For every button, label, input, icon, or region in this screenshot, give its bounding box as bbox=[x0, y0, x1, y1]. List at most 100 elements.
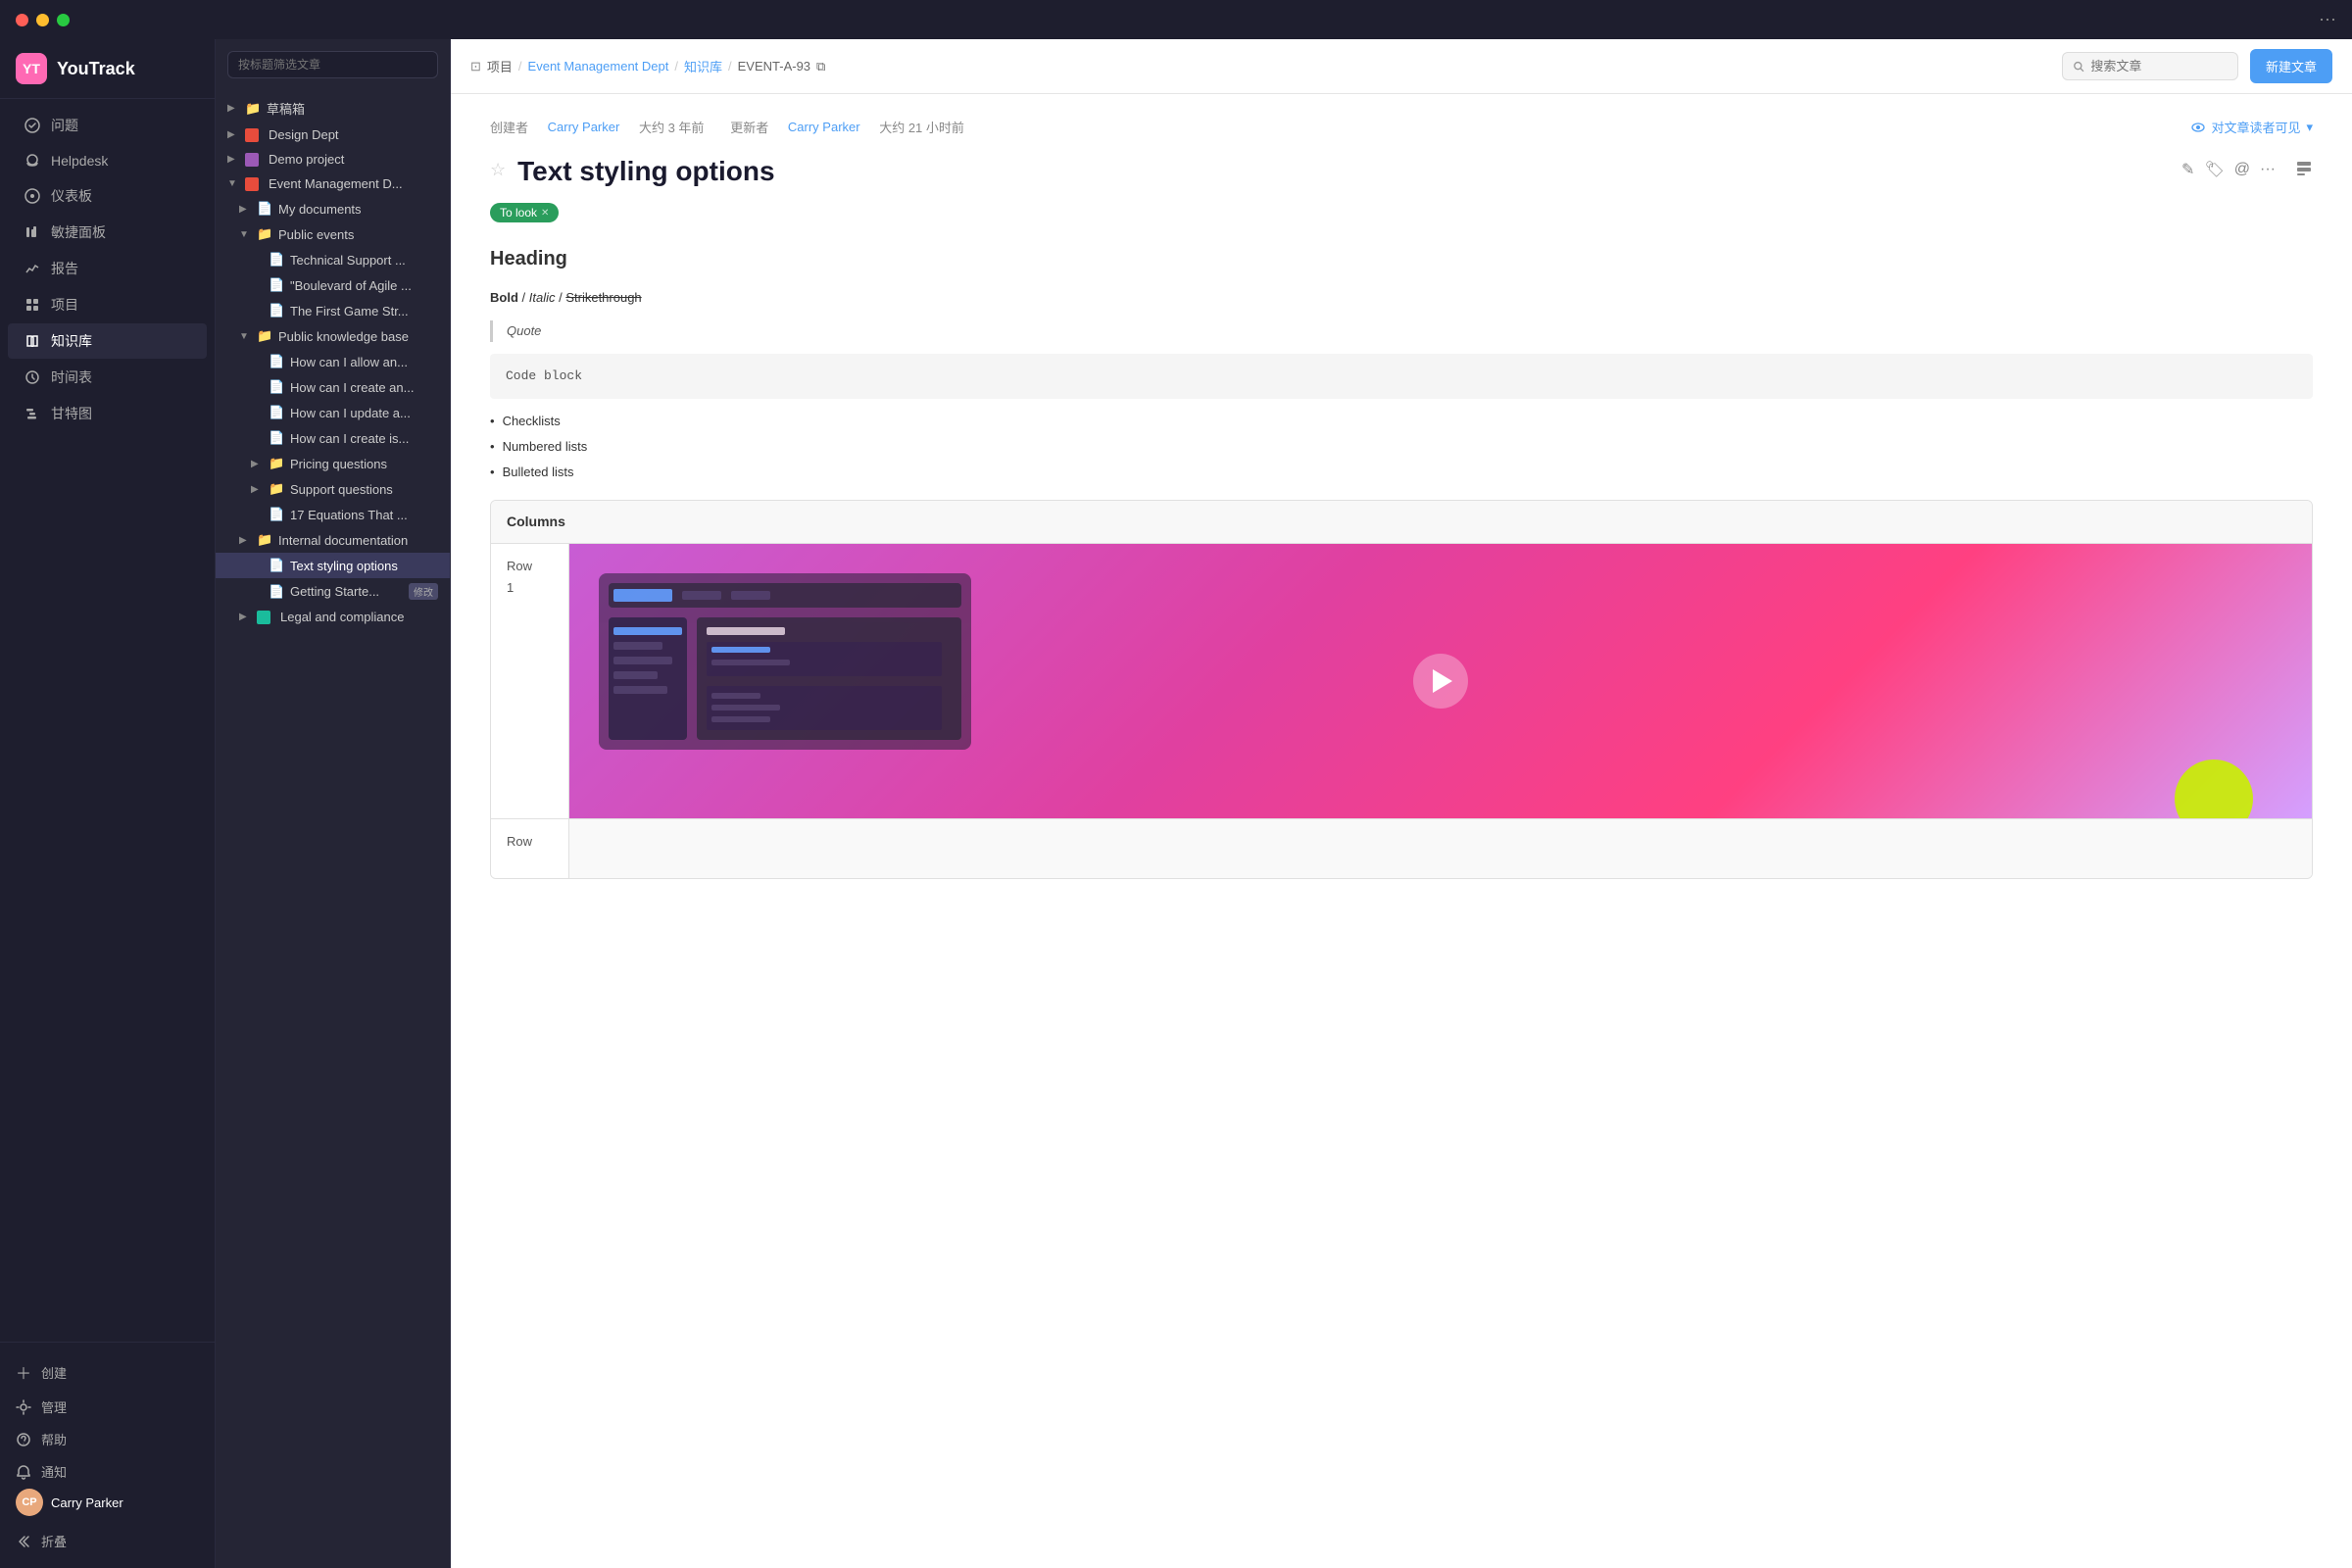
file-search-input[interactable] bbox=[227, 51, 438, 78]
layout-toggle[interactable] bbox=[2295, 160, 2313, 180]
article-visibility[interactable]: 对文章读者可见 ▾ bbox=[2191, 118, 2313, 136]
link-icon[interactable]: @ bbox=[2234, 161, 2250, 178]
tree-item-legal[interactable]: ▶ Legal and compliance bbox=[216, 605, 450, 629]
sidebar-item-timeline[interactable]: 时间表 bbox=[8, 360, 207, 395]
chevron-right-icon: ▶ bbox=[239, 535, 251, 546]
tree-item-how-create[interactable]: ▶ 📄 How can I create an... bbox=[216, 374, 450, 400]
bullet-icon: • bbox=[490, 462, 495, 483]
tree-item-design-dept[interactable]: ▶ Design Dept bbox=[216, 122, 450, 147]
tree-item-public-kb[interactable]: ▼ 📁 Public knowledge base bbox=[216, 323, 450, 349]
doc-icon: 📄 bbox=[269, 354, 284, 369]
article-body: Heading Bold / Italic / Strikethrough Qu… bbox=[490, 242, 2313, 879]
doc-icon: 📄 bbox=[269, 584, 284, 600]
maximize-window-button[interactable] bbox=[57, 14, 70, 26]
list-item-bulleted: • Bulleted lists bbox=[490, 462, 2313, 483]
nav-bottom: ＋ 创建 管理 帮助 通知 CP Carry Parker bbox=[0, 1342, 215, 1568]
sidebar-item-helpdesk[interactable]: Helpdesk bbox=[8, 144, 207, 177]
code-block: Code block bbox=[490, 354, 2313, 399]
nav-manage-button[interactable]: 管理 bbox=[16, 1392, 199, 1422]
sidebar-item-dashboard[interactable]: 仪表板 bbox=[8, 178, 207, 214]
chart-icon bbox=[24, 260, 41, 277]
tree-item-17-equations[interactable]: ▶ 📄 17 Equations That ... bbox=[216, 502, 450, 527]
close-window-button[interactable] bbox=[16, 14, 28, 26]
row-2: Row bbox=[491, 818, 2312, 878]
chevron-down-icon: ▼ bbox=[239, 331, 251, 342]
bullet-icon: • bbox=[490, 411, 495, 432]
chevron-right-icon: ▶ bbox=[251, 484, 263, 495]
nav-notify-button[interactable]: 通知 bbox=[16, 1456, 199, 1487]
tree-item-boulevard[interactable]: ▶ 📄 "Boulevard of Agile ... bbox=[216, 272, 450, 298]
book-icon bbox=[24, 332, 41, 350]
article-updater-link[interactable]: Carry Parker bbox=[788, 120, 860, 134]
doc-icon: 📄 bbox=[257, 201, 272, 217]
sidebar-item-issues[interactable]: 问题 bbox=[8, 108, 207, 143]
file-tree-sidebar: ▶ 📁 草稿箱 ▶ Design Dept ▶ Demo project ▼ E… bbox=[216, 39, 451, 1568]
col-content bbox=[569, 544, 2312, 818]
chevron-right-icon: ▶ bbox=[227, 103, 239, 114]
play-triangle-icon bbox=[1433, 669, 1452, 693]
article-title-row: ☆ Text styling options ✎ 🏷 @ ··· bbox=[490, 156, 2313, 187]
chevron-down-icon: ▼ bbox=[239, 229, 251, 240]
doc-icon: 📄 bbox=[269, 303, 284, 318]
logo-icon: YT bbox=[16, 53, 47, 84]
more-icon[interactable]: ··· bbox=[2260, 161, 2276, 178]
nav-help-button[interactable]: 帮助 bbox=[16, 1424, 199, 1454]
doc-icon: 📄 bbox=[269, 507, 284, 522]
file-search-container bbox=[216, 39, 450, 90]
article-search-input[interactable] bbox=[2090, 59, 2228, 74]
breadcrumb-separator: / bbox=[674, 59, 678, 74]
video-embed[interactable] bbox=[569, 544, 2312, 818]
chevron-down-icon: ▼ bbox=[227, 178, 239, 189]
headset-icon bbox=[24, 152, 41, 170]
folder-colored-icon bbox=[245, 128, 259, 142]
sidebar-item-knowledge[interactable]: 知识库 bbox=[8, 323, 207, 359]
play-button[interactable] bbox=[1413, 654, 1468, 709]
tree-item-first-game[interactable]: ▶ 📄 The First Game Str... bbox=[216, 298, 450, 323]
sidebar-item-projects[interactable]: 项目 bbox=[8, 287, 207, 322]
separator: / bbox=[522, 290, 529, 305]
tree-item-public-events[interactable]: ▼ 📁 Public events bbox=[216, 221, 450, 247]
eye-icon bbox=[2191, 121, 2205, 134]
logo-text: YouTrack bbox=[57, 59, 135, 79]
folder-icon: 📁 bbox=[257, 226, 272, 242]
chevron-right-icon: ▶ bbox=[227, 129, 239, 140]
tag-close-button[interactable]: ✕ bbox=[541, 208, 549, 219]
nav-create-button[interactable]: ＋ 创建 bbox=[16, 1354, 199, 1390]
tag-icon[interactable]: 🏷 bbox=[2204, 160, 2224, 179]
minimize-window-button[interactable] bbox=[36, 14, 49, 26]
user-profile[interactable]: CP Carry Parker bbox=[16, 1489, 199, 1516]
article-creator-link[interactable]: Carry Parker bbox=[548, 120, 620, 134]
main-content: ⊡ 项目 / Event Management Dept / 知识库 / EVE… bbox=[451, 39, 2352, 1568]
copy-icon[interactable]: ⧉ bbox=[816, 59, 825, 74]
article-title: Text styling options bbox=[517, 156, 2170, 187]
tree-item-support-q[interactable]: ▶ 📁 Support questions bbox=[216, 476, 450, 502]
edit-icon[interactable]: ✎ bbox=[2181, 160, 2194, 179]
doc-icon: 📄 bbox=[269, 379, 284, 395]
tree-item-tech-support[interactable]: ▶ 📄 Technical Support ... bbox=[216, 247, 450, 272]
header-right: 新建文章 bbox=[2062, 49, 2332, 83]
star-icon[interactable]: ☆ bbox=[490, 160, 506, 180]
tree-item-text-styling[interactable]: ▶ 📄 Text styling options bbox=[216, 553, 450, 578]
titlebar-menu-icon[interactable]: ⋯ bbox=[2319, 10, 2336, 30]
tree-item-event-mgmt[interactable]: ▼ Event Management D... bbox=[216, 172, 450, 196]
quote-block: Quote bbox=[490, 320, 2313, 342]
tree-item-pricing-q[interactable]: ▶ 📁 Pricing questions bbox=[216, 451, 450, 476]
tree-item-getting-started[interactable]: ▶ 📄 Getting Starte... 修改 bbox=[216, 578, 450, 605]
collapse-nav-button[interactable]: 折叠 bbox=[16, 1526, 199, 1556]
article-heading: Heading bbox=[490, 242, 2313, 275]
tree-item-internal-docs[interactable]: ▶ 📁 Internal documentation bbox=[216, 527, 450, 553]
sidebar-item-gantt[interactable]: 甘特图 bbox=[8, 396, 207, 431]
tree-item-demo-project[interactable]: ▶ Demo project bbox=[216, 147, 450, 172]
tree-item-drafts[interactable]: ▶ 📁 草稿箱 bbox=[216, 94, 450, 122]
tree-item-how-create-is[interactable]: ▶ 📄 How can I create is... bbox=[216, 425, 450, 451]
sidebar-item-reports[interactable]: 报告 bbox=[8, 251, 207, 286]
new-article-button[interactable]: 新建文章 bbox=[2250, 49, 2332, 83]
tree-item-how-allow[interactable]: ▶ 📄 How can I allow an... bbox=[216, 349, 450, 374]
tree-item-my-docs[interactable]: ▶ 📄 My documents bbox=[216, 196, 450, 221]
nav-items: 问题 Helpdesk 仪表板 敏捷面板 bbox=[0, 99, 215, 1342]
article-search[interactable] bbox=[2062, 52, 2238, 80]
sidebar-item-agile[interactable]: 敏捷面板 bbox=[8, 215, 207, 250]
doc-icon: 📄 bbox=[269, 558, 284, 573]
app-logo: YT YouTrack bbox=[0, 39, 215, 99]
tree-item-how-update[interactable]: ▶ 📄 How can I update a... bbox=[216, 400, 450, 425]
